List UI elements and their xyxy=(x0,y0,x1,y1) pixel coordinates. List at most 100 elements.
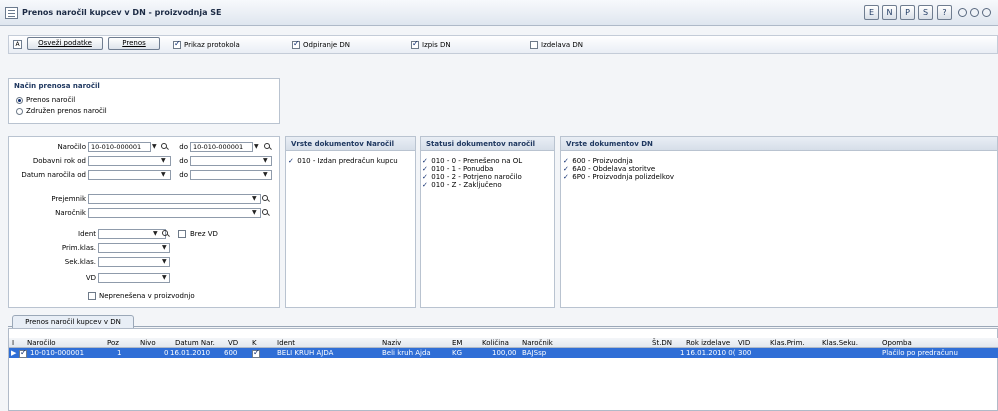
minimize-icon[interactable] xyxy=(958,8,967,17)
check-icon: ✓ xyxy=(563,173,569,181)
narocilo-from-search-icon[interactable] xyxy=(161,143,167,149)
narocilo-to-dropdown-icon[interactable]: ▼ xyxy=(254,143,259,150)
datum-from-input[interactable] xyxy=(88,170,171,180)
open-dn-checkbox[interactable] xyxy=(292,39,300,49)
prim-klas-dropdown-icon[interactable]: ▼ xyxy=(162,244,167,251)
datum-to-dropdown-icon[interactable]: ▼ xyxy=(263,171,268,178)
col-datum[interactable]: Datum Nar. xyxy=(175,339,215,347)
app-icon xyxy=(5,7,18,19)
col-ident[interactable]: Ident xyxy=(277,339,295,347)
col-opomba[interactable]: Opomba xyxy=(882,339,912,347)
narocnik-input[interactable] xyxy=(88,208,261,218)
sek-klas-input[interactable] xyxy=(98,257,170,267)
prejemnik-input[interactable] xyxy=(88,194,261,204)
dobavni-rok-to-input[interactable] xyxy=(190,156,272,166)
navigate-icon[interactable]: N xyxy=(882,5,897,20)
col-naziv[interactable]: Naziv xyxy=(382,339,401,347)
dn-doc-type-item[interactable]: ✓ 6P0 - Proizvodnja polizdelkov xyxy=(563,173,674,181)
neprenesena-checkbox[interactable] xyxy=(88,292,96,300)
close-icon[interactable] xyxy=(982,8,991,17)
order-status-item[interactable]: ✓ 010 - 1 - Ponudba xyxy=(422,165,493,173)
neprenesena-label: Neprenešena v proizvodnjo xyxy=(99,292,195,300)
cell-poz: 1 xyxy=(117,349,122,357)
col-klas-prim[interactable]: Klas.Prim. xyxy=(770,339,805,347)
dn-doc-type-item[interactable]: ✓ 6A0 - Obdelava storitve xyxy=(563,165,655,173)
sek-klas-dropdown-icon[interactable]: ▼ xyxy=(162,258,167,265)
protocol-label: Prikaz protokola xyxy=(184,41,240,49)
restore-icon[interactable] xyxy=(970,8,979,17)
protocol-checkbox[interactable] xyxy=(173,39,181,49)
cell-kolicina: 100,00 xyxy=(492,349,517,357)
cell-naziv: Beli kruh Ajda xyxy=(382,349,431,357)
col-i[interactable]: I xyxy=(12,339,14,347)
col-nivo[interactable]: Nivo xyxy=(140,339,156,347)
check-icon: ✓ xyxy=(422,165,428,173)
prejemnik-search-icon[interactable] xyxy=(262,195,268,201)
narocnik-dropdown-icon[interactable]: ▼ xyxy=(252,209,257,216)
radio-merged-label: Združen prenos naročil xyxy=(26,107,107,115)
order-status-item[interactable]: ✓ 010 - 0 - Prenešeno na OL xyxy=(422,157,522,165)
ident-dropdown-icon[interactable]: ▼ xyxy=(153,230,158,237)
narocilo-from-input[interactable]: 10-010-000001 xyxy=(88,142,151,152)
cell-k-checkbox[interactable] xyxy=(252,348,260,358)
col-kolicina[interactable]: Količina xyxy=(482,339,509,347)
narocilo-to-input[interactable]: 10-010-000001 xyxy=(190,142,253,152)
dn-doc-types-header: Vrste dokumentov DN xyxy=(561,137,997,151)
brez-vd-checkbox[interactable] xyxy=(178,230,186,238)
brez-vd-label: Brez VD xyxy=(190,230,218,238)
print-dn-checkbox[interactable] xyxy=(411,39,419,49)
tab-prenos-narocil[interactable]: Prenos naročil kupcev v DN xyxy=(12,315,134,328)
col-rok-izdelave[interactable]: Rok izdelave xyxy=(686,339,730,347)
order-status-item[interactable]: ✓ 010 - Z - Zaključeno xyxy=(422,181,502,189)
ident-search-icon[interactable] xyxy=(162,230,168,236)
radio-single-label: Prenos naročil xyxy=(26,96,76,104)
do-label-1: do xyxy=(179,143,188,151)
vd-label: VD xyxy=(85,274,96,282)
vd-dropdown-icon[interactable]: ▼ xyxy=(162,274,167,281)
datum-from-dropdown-icon[interactable]: ▼ xyxy=(161,171,166,178)
col-vd[interactable]: VD xyxy=(228,339,238,347)
col-em[interactable]: EM xyxy=(452,339,462,347)
row-pointer-icon: ▶ xyxy=(11,349,17,357)
col-vid[interactable]: VID xyxy=(738,339,750,347)
check-icon: ✓ xyxy=(422,157,428,165)
print-icon[interactable]: P xyxy=(900,5,915,20)
col-narocilo[interactable]: Naročilo xyxy=(27,339,56,347)
cell-vid: 300 xyxy=(738,349,752,357)
prejemnik-dropdown-icon[interactable]: ▼ xyxy=(252,195,257,202)
refresh-button[interactable]: Osveži podatke xyxy=(27,37,103,50)
cell-em: KG xyxy=(452,349,463,357)
dobavni-from-dropdown-icon[interactable]: ▼ xyxy=(161,157,166,164)
do-label-2: do xyxy=(179,157,188,165)
datum-narocila-label: Datum naročila od xyxy=(21,171,86,179)
row-checkbox[interactable] xyxy=(19,348,27,358)
cell-datum: 16.01.2010 xyxy=(170,349,211,357)
order-doc-type-item[interactable]: ✓ 010 - Izdan predračun kupcu xyxy=(288,157,398,165)
narocnik-search-icon[interactable] xyxy=(262,209,268,215)
narocilo-from-dropdown-icon[interactable]: ▼ xyxy=(152,143,157,150)
help-icon[interactable]: ? xyxy=(937,5,952,20)
col-st-dn[interactable]: Št.DN xyxy=(652,339,672,347)
order-status-item[interactable]: ✓ 010 - 2 - Potrjeno naročilo xyxy=(422,173,522,181)
col-poz[interactable]: Poz xyxy=(107,339,119,347)
collapse-icon[interactable]: A xyxy=(13,40,22,49)
sek-klas-label: Sek.klas. xyxy=(64,258,96,266)
radio-single-transfer[interactable] xyxy=(16,97,23,104)
vd-input[interactable] xyxy=(98,273,170,283)
settings-icon[interactable]: S xyxy=(918,5,933,20)
cell-nivo: 0 xyxy=(164,349,169,357)
prim-klas-input[interactable] xyxy=(98,243,170,253)
col-k[interactable]: K xyxy=(252,339,257,347)
export-icon[interactable]: E xyxy=(864,5,879,20)
create-dn-checkbox[interactable] xyxy=(530,41,538,49)
col-narocnik[interactable]: Naročnik xyxy=(522,339,553,347)
transfer-button[interactable]: Prenos xyxy=(108,37,160,50)
check-icon: ✓ xyxy=(563,157,569,165)
datum-to-input[interactable] xyxy=(190,170,272,180)
narocilo-to-search-icon[interactable] xyxy=(264,143,270,149)
col-klas-seku[interactable]: Klas.Seku. xyxy=(822,339,858,347)
dn-doc-type-item[interactable]: ✓ 600 - Proizvodnja xyxy=(563,157,633,165)
dobavni-rok-from-input[interactable] xyxy=(88,156,171,166)
dobavni-to-dropdown-icon[interactable]: ▼ xyxy=(263,157,268,164)
radio-merged-transfer[interactable] xyxy=(16,108,23,115)
